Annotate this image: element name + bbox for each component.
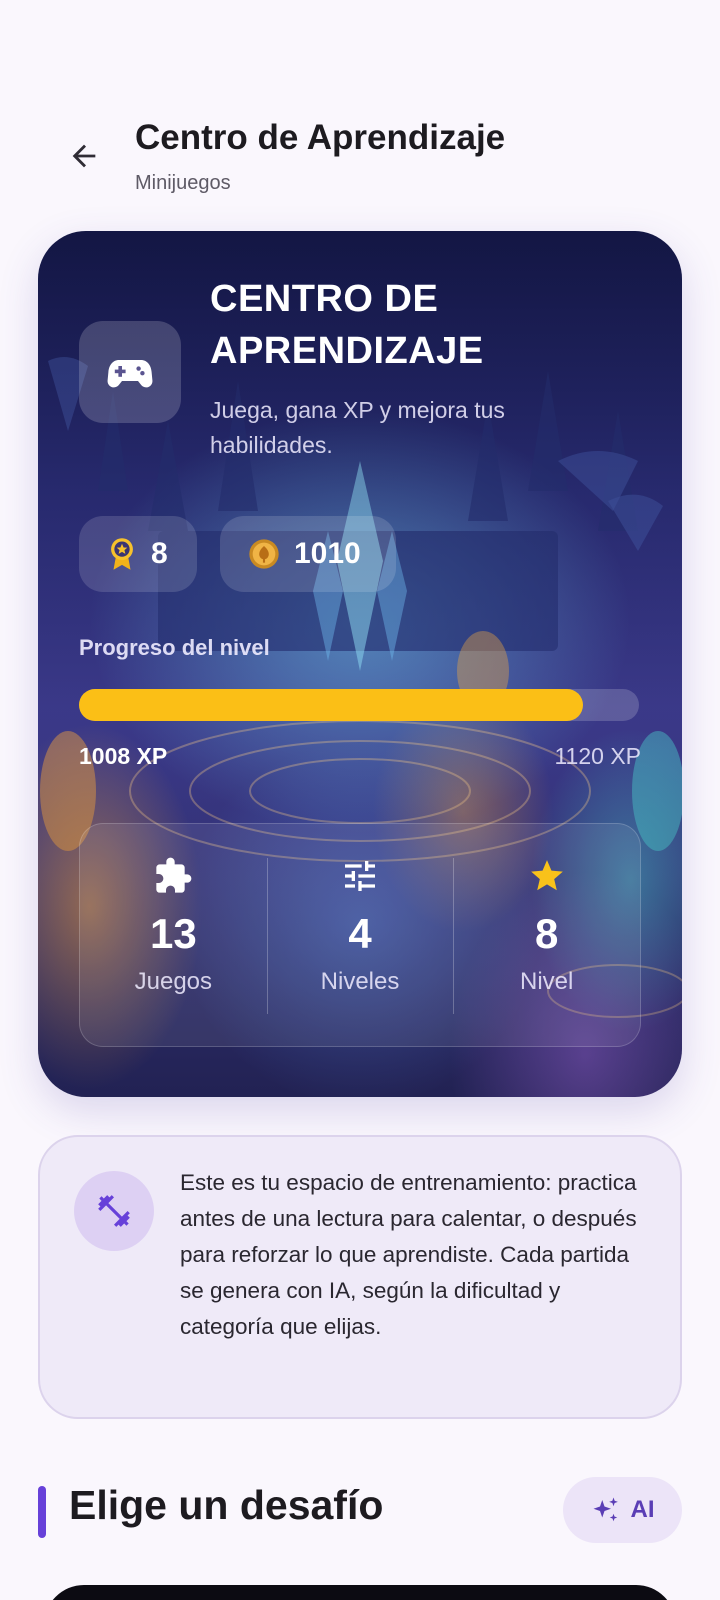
gamepad-tile bbox=[79, 321, 181, 423]
gamepad-icon bbox=[107, 360, 153, 388]
sparkles-icon bbox=[593, 1497, 618, 1522]
stats-panel: 13 Juegos 4 Niveles 8 Nivel bbox=[79, 823, 641, 1047]
stat-level-value: 8 bbox=[535, 910, 559, 957]
hero-card: CENTRO DE APRENDIZAJE Juega, gana XP y m… bbox=[38, 231, 682, 1097]
stat-games-label: Juegos bbox=[134, 968, 213, 995]
stat-levels-value: 4 bbox=[348, 910, 372, 957]
arrow-back-icon bbox=[72, 144, 96, 168]
section-title: Elige un desafío bbox=[69, 1482, 384, 1528]
section-accent-bar bbox=[38, 1486, 46, 1538]
puzzle-icon bbox=[156, 857, 192, 893]
training-info-card: Este es tu espacio de entrenamiento: pra… bbox=[38, 1135, 682, 1419]
ai-button-label: AI bbox=[630, 1496, 655, 1523]
dumbbell-icon bbox=[98, 1195, 130, 1227]
medal-icon bbox=[111, 538, 133, 570]
stat-levels-label: Niveles bbox=[320, 968, 400, 995]
stat-level: 8 Nivel bbox=[453, 824, 640, 1046]
page-title: Centro de Aprendizaje bbox=[135, 118, 506, 157]
medals-count: 8 bbox=[151, 537, 168, 570]
progress-label: Progreso del nivel bbox=[79, 635, 270, 660]
coins-count: 1010 bbox=[294, 537, 361, 570]
coin-icon bbox=[249, 539, 279, 569]
info-icon-badge bbox=[74, 1171, 154, 1251]
star-icon bbox=[530, 860, 563, 891]
training-info-text: Este es tu espacio de entrenamiento: pra… bbox=[180, 1170, 637, 1339]
stat-level-label: Nivel bbox=[520, 968, 574, 995]
ai-button[interactable]: AI bbox=[563, 1477, 682, 1543]
level-progress-fill bbox=[79, 689, 583, 721]
medals-pill: 8 bbox=[79, 516, 197, 592]
hero-subtitle: Juega, gana XP y mejora tus habilidades. bbox=[210, 397, 505, 458]
stat-levels: 4 Niveles bbox=[266, 824, 454, 1046]
learning-center-screen: Centro de Aprendizaje Minijuegos CENTRO … bbox=[0, 0, 720, 1600]
hero-title: CENTRO DE APRENDIZAJE bbox=[210, 278, 484, 372]
xp-max: 1120 XP bbox=[554, 743, 641, 769]
xp-current: 1008 XP bbox=[79, 743, 168, 769]
stat-games: 13 Juegos bbox=[80, 824, 267, 1046]
page-subtitle: Minijuegos bbox=[135, 172, 231, 194]
sliders-icon bbox=[345, 861, 375, 891]
back-button[interactable] bbox=[56, 128, 112, 184]
challenge-card-preview[interactable] bbox=[44, 1585, 676, 1600]
level-progress-bar bbox=[79, 689, 639, 721]
coins-pill: 1010 bbox=[220, 516, 396, 592]
stat-games-value: 13 bbox=[149, 910, 197, 957]
